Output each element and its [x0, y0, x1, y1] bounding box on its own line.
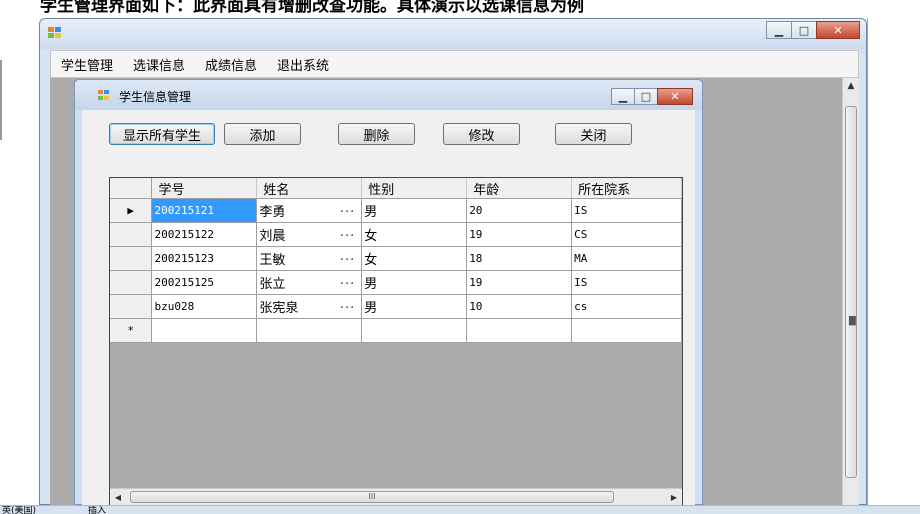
delete-button[interactable]: 删除 — [338, 123, 415, 145]
show-all-students-button[interactable]: 显示所有学生 — [109, 123, 215, 145]
cell-age[interactable]: 10 — [466, 294, 573, 319]
close-icon[interactable]: ✕ — [657, 88, 693, 105]
cell-name[interactable]: 张立... — [256, 270, 363, 295]
cell-id[interactable]: 200215121 — [151, 198, 258, 223]
scroll-up-icon[interactable]: ▲ — [843, 78, 859, 95]
row-header[interactable] — [110, 294, 153, 319]
modify-button[interactable]: 修改 — [443, 123, 520, 145]
cell-age[interactable]: 19 — [466, 222, 573, 247]
new-row-indicator[interactable]: * — [110, 318, 153, 343]
column-header-name[interactable]: 姓名 — [256, 178, 363, 199]
window-title: 学生信息管理 — [119, 90, 192, 104]
maximize-icon[interactable]: □ — [634, 88, 658, 105]
cell-id[interactable]: 200215123 — [151, 246, 258, 271]
ellipsis-button[interactable]: ... — [340, 249, 355, 264]
menu-course-selection[interactable]: 选课信息 — [123, 55, 195, 74]
row-header[interactable] — [110, 246, 153, 271]
cell-sex[interactable]: 女 — [361, 222, 468, 247]
cell-name[interactable] — [256, 318, 363, 343]
maximize-icon[interactable]: □ — [791, 21, 817, 39]
student-info-body: 显示所有学生 添加 删除 修改 关闭 学号 姓名 性别 年龄 所在院系 ▶ 20… — [82, 110, 695, 506]
table-row[interactable]: 200215123 王敏... 女 18 MA — [110, 246, 682, 271]
cell-sex[interactable]: 女 — [361, 246, 468, 271]
minimize-icon[interactable]: ▁ — [611, 88, 635, 105]
column-header-sex[interactable]: 性别 — [361, 178, 468, 199]
cell-sex[interactable]: 男 — [361, 198, 468, 223]
cell-sex[interactable]: 男 — [361, 294, 468, 319]
table-row[interactable]: 200215125 张立... 男 19 IS — [110, 270, 682, 295]
vertical-scroll-thumb[interactable]: ▬ ▬ ▬ — [845, 106, 857, 478]
column-header-id[interactable]: 学号 — [151, 178, 258, 199]
ellipsis-button[interactable]: ... — [340, 297, 355, 312]
close-icon[interactable]: ✕ — [816, 21, 860, 39]
new-row[interactable]: * — [110, 318, 682, 343]
horizontal-scrollbar[interactable]: ◀ III ▶ — [110, 488, 682, 505]
menu-student-management[interactable]: 学生管理 — [51, 55, 123, 74]
student-data-grid[interactable]: 学号 姓名 性别 年龄 所在院系 ▶ 200215121 李勇... 男 20 — [109, 177, 683, 506]
cell-sex[interactable] — [361, 318, 468, 343]
table-row[interactable]: bzu028 张宪泉... 男 10 cs — [110, 294, 682, 319]
cell-name[interactable]: 张宪泉... — [256, 294, 363, 319]
row-header-corner[interactable] — [110, 178, 153, 199]
cell-age[interactable]: 20 — [466, 198, 573, 223]
right-rail — [867, 18, 868, 505]
menu-grades[interactable]: 成绩信息 — [195, 55, 267, 74]
cell-dept[interactable]: IS — [571, 198, 682, 223]
window-icon — [98, 90, 111, 101]
ellipsis-button[interactable]: ... — [340, 225, 355, 240]
ellipsis-button[interactable]: ... — [340, 201, 355, 216]
cell-name[interactable]: 刘晨... — [256, 222, 363, 247]
document-text: 学生管理界面如下：此界面具有增删改查功能。具体演示以选课信息为例 — [40, 0, 584, 16]
cell-dept[interactable]: IS — [571, 270, 682, 295]
cell-age[interactable] — [466, 318, 573, 343]
row-header[interactable] — [110, 270, 153, 295]
scroll-right-icon[interactable]: ▶ — [666, 489, 682, 505]
vertical-scrollbar[interactable]: ▲ ▬ ▬ ▬ — [842, 78, 859, 505]
cell-age[interactable]: 18 — [466, 246, 573, 271]
table-row[interactable]: 200215122 刘晨... 女 19 CS — [110, 222, 682, 247]
cell-dept[interactable]: MA — [571, 246, 682, 271]
cell-name[interactable]: 李勇... — [256, 198, 363, 223]
minimize-icon[interactable]: ▁ — [766, 21, 792, 39]
menu-bar: 学生管理 选课信息 成绩信息 退出系统 — [50, 50, 859, 78]
app-icon — [48, 27, 62, 39]
cell-age[interactable]: 19 — [466, 270, 573, 295]
column-header-dept[interactable]: 所在院系 — [571, 178, 682, 199]
scroll-left-icon[interactable]: ◀ — [110, 489, 126, 505]
add-button[interactable]: 添加 — [224, 123, 301, 145]
cell-sex[interactable]: 男 — [361, 270, 468, 295]
cell-id[interactable]: 200215122 — [151, 222, 258, 247]
student-info-title-bar[interactable]: 学生信息管理 ▁ □ ✕ — [75, 80, 702, 110]
cell-id[interactable]: 200215125 — [151, 270, 258, 295]
ellipsis-button[interactable]: ... — [340, 273, 355, 288]
cell-dept[interactable] — [571, 318, 682, 343]
student-info-window: 学生信息管理 ▁ □ ✕ 显示所有学生 添加 删除 修改 关闭 学号 姓名 性别… — [74, 79, 703, 506]
main-title-bar[interactable]: ▁ □ ✕ — [40, 19, 866, 49]
menu-exit[interactable]: 退出系统 — [267, 55, 339, 74]
close-button[interactable]: 关闭 — [555, 123, 632, 145]
current-row-indicator[interactable]: ▶ — [110, 198, 153, 223]
left-rail — [0, 60, 2, 140]
row-header[interactable] — [110, 222, 153, 247]
cell-name[interactable]: 王敏... — [256, 246, 363, 271]
cell-dept[interactable]: CS — [571, 222, 682, 247]
cell-dept[interactable]: cs — [571, 294, 682, 319]
table-row[interactable]: ▶ 200215121 李勇... 男 20 IS — [110, 198, 682, 223]
horizontal-scroll-thumb[interactable]: III — [130, 491, 614, 503]
cell-id[interactable]: bzu028 — [151, 294, 258, 319]
cell-id[interactable] — [151, 318, 258, 343]
column-header-age[interactable]: 年龄 — [466, 178, 573, 199]
